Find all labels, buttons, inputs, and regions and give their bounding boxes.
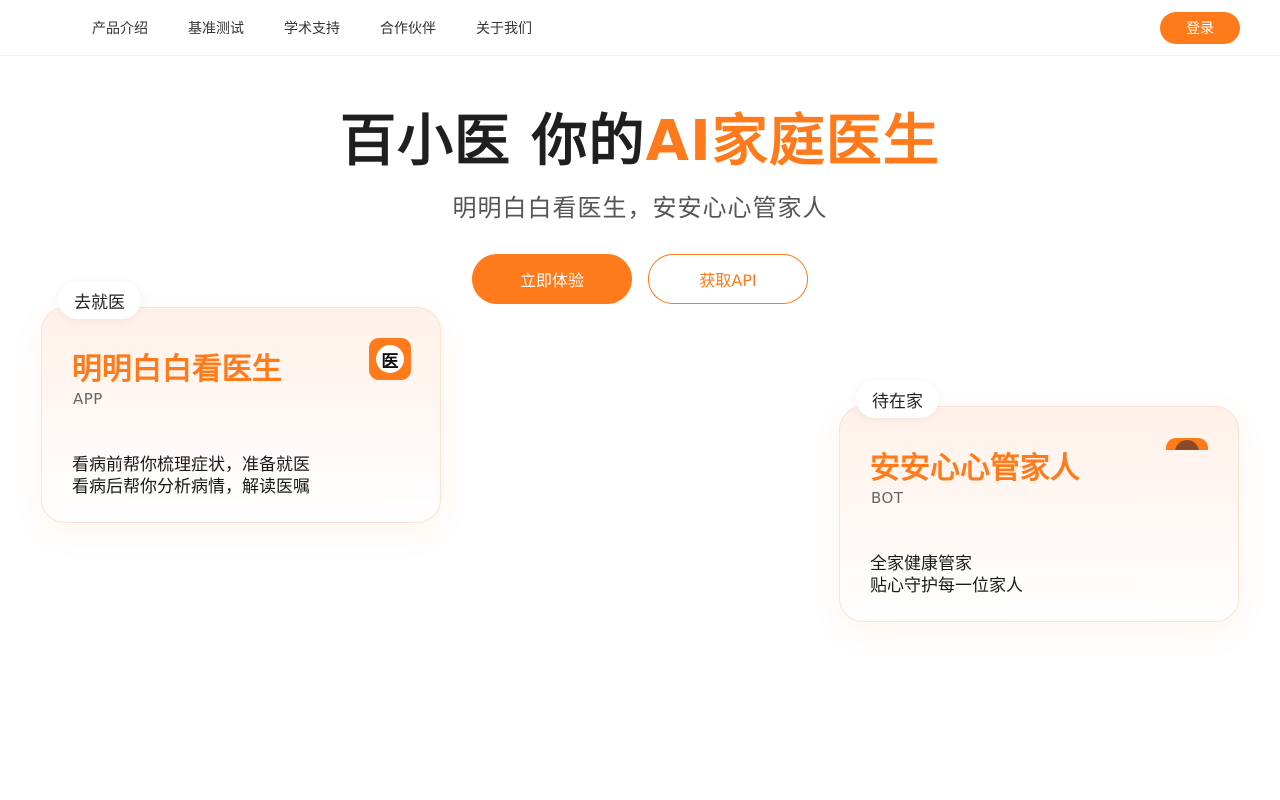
get-api-button[interactable]: 获取API bbox=[648, 254, 808, 304]
app-logo-glyph: 医 bbox=[376, 345, 404, 373]
try-now-button[interactable]: 立即体验 bbox=[472, 254, 632, 304]
bot-feature-card[interactable]: 安安心心管家人 BOT 全家健康管家 贴心守护每一位家人 bbox=[839, 406, 1239, 622]
card-type-label: BOT bbox=[871, 489, 904, 507]
hero-title-main: 百小医 你的 bbox=[340, 109, 646, 174]
hero-subtitle: 明明白白看医生，安安心心管家人 bbox=[452, 194, 828, 222]
nav-item-academic-support[interactable]: 学术支持 bbox=[284, 18, 340, 38]
bot-avatar-icon bbox=[1166, 438, 1208, 450]
card-title: 安安心心管家人 bbox=[870, 451, 1080, 486]
card-description-line: 看病后帮你分析病情，解读医嘱 bbox=[72, 477, 310, 497]
card-type-label: APP bbox=[73, 390, 103, 408]
card-tag-stay-home: 待在家 bbox=[856, 380, 939, 418]
top-navigation-bar: 产品介绍 基准测试 学术支持 合作伙伴 关于我们 登录 bbox=[0, 0, 1280, 56]
app-feature-card[interactable]: 明明白白看医生 APP 医 看病前帮你梳理症状，准备就医 看病后帮你分析病情，解… bbox=[41, 307, 441, 523]
app-logo-icon: 医 bbox=[369, 338, 411, 380]
nav-item-about-us[interactable]: 关于我们 bbox=[476, 18, 532, 38]
card-description-line: 贴心守护每一位家人 bbox=[870, 576, 1023, 596]
hero-title-accent: AI家庭医生 bbox=[645, 109, 940, 174]
avatar-face-icon bbox=[1175, 440, 1199, 450]
card-title: 明明白白看医生 bbox=[72, 352, 282, 387]
nav-item-product-intro[interactable]: 产品介绍 bbox=[92, 18, 148, 38]
nav-item-benchmark[interactable]: 基准测试 bbox=[188, 18, 244, 38]
card-tag-go-to-doctor: 去就医 bbox=[58, 281, 141, 319]
hero-title: 百小医 你的AI家庭医生 bbox=[0, 108, 1280, 176]
login-button[interactable]: 登录 bbox=[1160, 12, 1240, 44]
nav-item-partners[interactable]: 合作伙伴 bbox=[380, 18, 436, 38]
main-nav: 产品介绍 基准测试 学术支持 合作伙伴 关于我们 bbox=[92, 0, 572, 56]
